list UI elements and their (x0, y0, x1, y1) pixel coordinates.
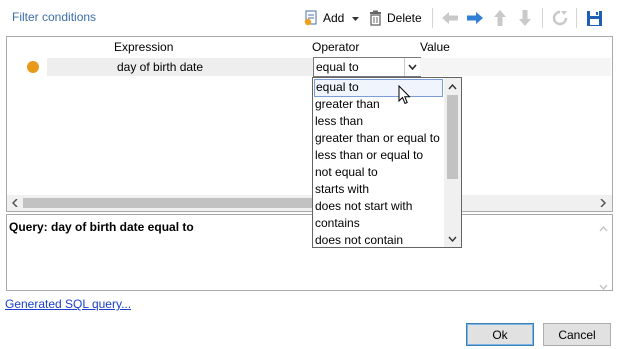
caret-down-icon (351, 14, 360, 23)
move-down-button[interactable] (517, 7, 533, 29)
expression-value: day of birth date (117, 60, 204, 74)
scroll-left-icon[interactable] (10, 198, 20, 208)
operator-option[interactable]: greater than or equal to (315, 131, 440, 145)
delete-label: Delete (387, 11, 422, 25)
add-dropdown-arrow[interactable] (351, 7, 360, 29)
operator-combobox[interactable]: equal to (313, 57, 421, 77)
move-up-button[interactable] (492, 7, 508, 29)
ok-button[interactable]: Ok (466, 323, 534, 346)
add-label: Add (323, 11, 345, 25)
value-cell[interactable] (420, 58, 611, 76)
trash-icon (368, 10, 383, 26)
status-dot-icon (27, 61, 39, 73)
move-left-button[interactable] (441, 7, 459, 29)
mouse-cursor-icon (398, 84, 411, 108)
scroll-down-icon[interactable] (448, 234, 457, 243)
operator-dropdown-list[interactable]: equal to greater than less than greater … (312, 77, 462, 248)
scroll-down-icon[interactable] (599, 279, 608, 293)
column-header-value: Value (420, 40, 450, 54)
horizontal-scrollbar[interactable] (7, 195, 612, 211)
toolbar-separator (542, 8, 543, 28)
arrow-up-icon (492, 9, 508, 27)
dropdown-vertical-scrollbar[interactable] (444, 78, 461, 247)
column-header-expression: Expression (114, 40, 174, 54)
toolbar-separator (576, 8, 577, 28)
operator-option[interactable]: does not contain (315, 233, 403, 247)
dropdown-scroll-thumb[interactable] (447, 95, 458, 179)
operator-option[interactable]: greater than (315, 97, 380, 111)
refresh-icon (552, 10, 568, 26)
generated-sql-query-link[interactable]: Generated SQL query... (5, 297, 131, 311)
refresh-button[interactable] (552, 7, 568, 29)
toolbar-separator (432, 8, 433, 28)
add-icon (303, 10, 319, 26)
filter-conditions-title: Filter conditions (12, 10, 97, 24)
operator-option[interactable]: equal to (314, 79, 443, 97)
query-vertical-scrollbar[interactable] (595, 215, 612, 293)
arrow-left-icon (441, 10, 459, 26)
chevron-down-icon (408, 60, 417, 74)
scroll-up-icon[interactable] (448, 82, 457, 91)
query-textarea[interactable]: Query: day of birth date equal to (6, 214, 613, 291)
add-button[interactable]: Add (303, 7, 344, 29)
condition-row[interactable]: day of birth date equal to (8, 57, 611, 77)
move-right-button[interactable] (466, 7, 484, 29)
save-icon (586, 10, 603, 27)
query-text: Query: day of birth date equal to (9, 220, 194, 234)
operator-dropdown-button[interactable] (404, 58, 420, 76)
operator-option[interactable]: less than or equal to (315, 148, 423, 162)
operator-option[interactable]: does not start with (315, 199, 412, 213)
arrow-down-icon (517, 9, 533, 27)
operator-value: equal to (316, 60, 359, 74)
conditions-grid: Expression Operator Value day of birth d… (6, 36, 613, 212)
scroll-up-icon[interactable] (599, 221, 608, 235)
scroll-right-icon[interactable] (598, 198, 608, 208)
arrow-right-icon (466, 10, 484, 26)
toolbar: Filter conditions Add Delete (0, 0, 619, 35)
operator-option[interactable]: starts with (315, 182, 369, 196)
operator-option[interactable]: less than (315, 114, 363, 128)
delete-button[interactable]: Delete (368, 7, 422, 29)
column-header-operator: Operator (312, 40, 360, 54)
save-button[interactable] (586, 7, 603, 29)
operator-option[interactable]: not equal to (315, 165, 378, 179)
operator-option[interactable]: contains (315, 216, 360, 230)
cancel-button[interactable]: Cancel (543, 323, 611, 346)
